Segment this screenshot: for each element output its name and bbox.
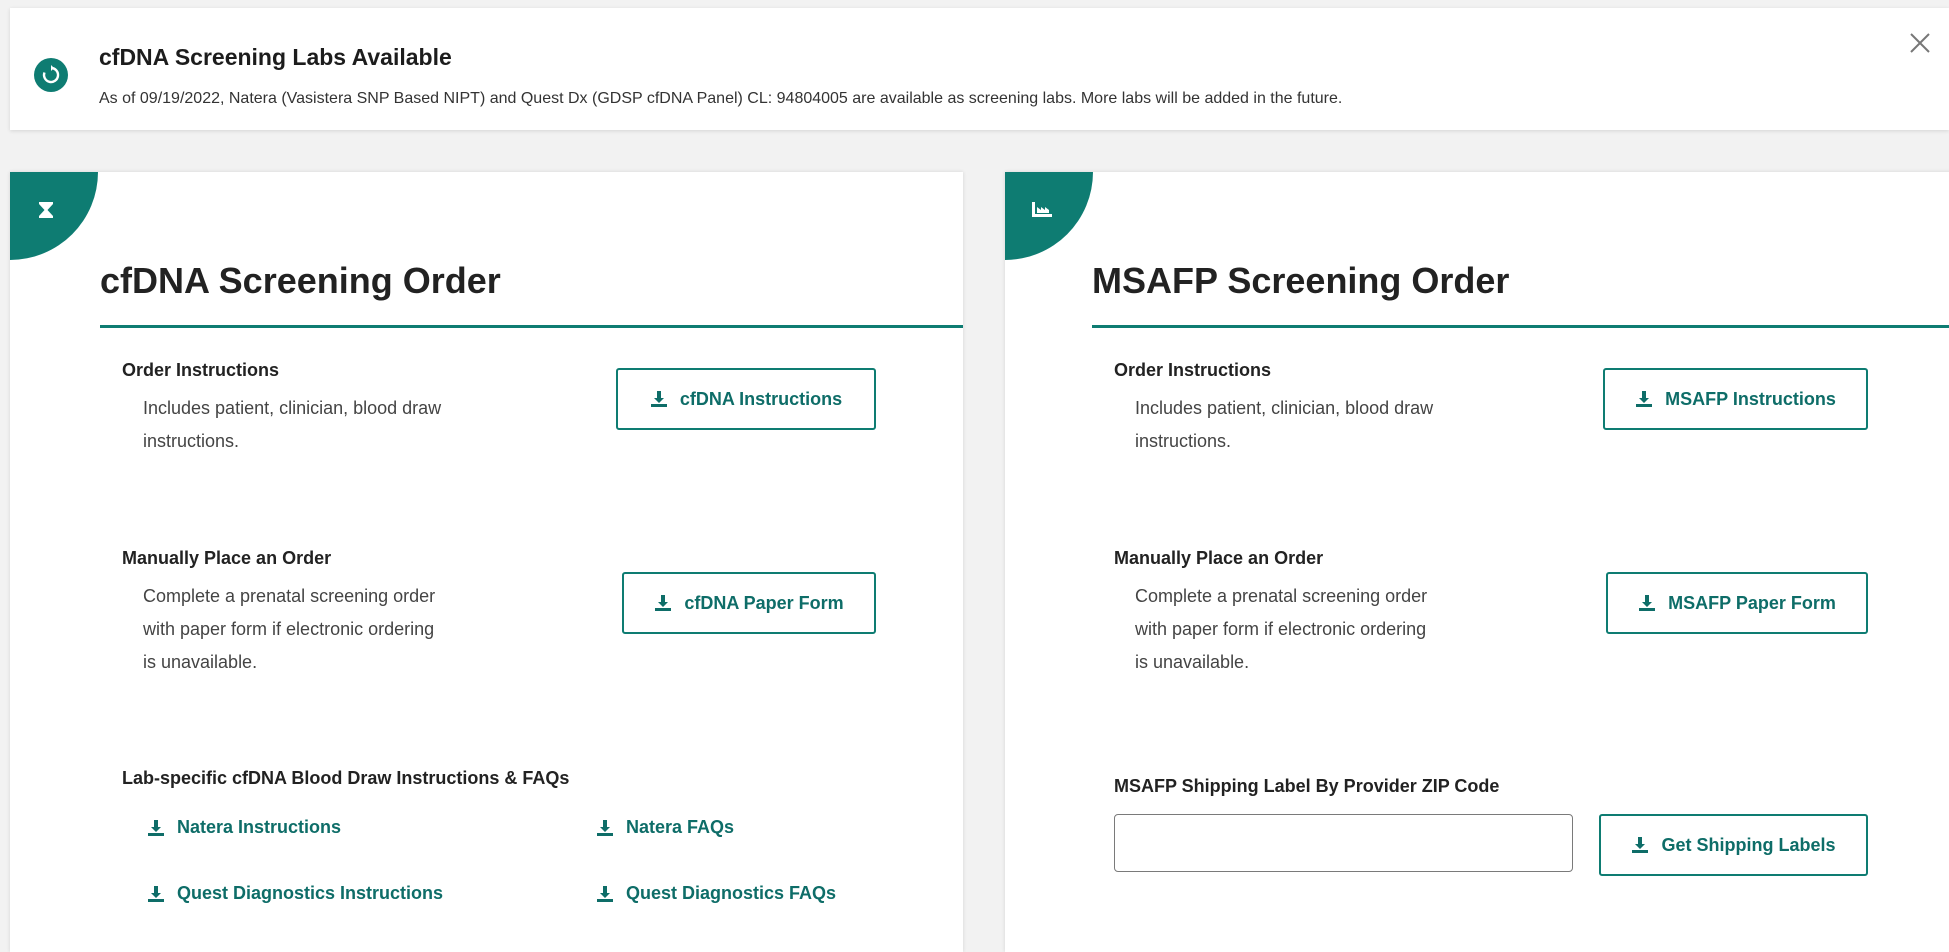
factory-icon [1031,200,1053,223]
desc-line: Includes patient, clinician, blood draw [143,398,442,418]
download-icon [147,819,165,837]
download-icon [147,885,165,903]
link-label: Quest Diagnostics Instructions [177,883,444,903]
link-label: Quest Diagnostics FAQs [626,883,837,903]
order-instructions-heading: Order Instructions [1114,360,1272,380]
cfdna-card: cfDNA Screening Order Order Instructions… [10,172,963,952]
msafp-instructions-button[interactable]: MSAFP Instructions [1603,368,1868,430]
order-instructions-heading: Order Instructions [122,360,280,380]
banner-title: cfDNA Screening Labs Available [99,44,452,70]
manual-order-heading: Manually Place an Order [1114,548,1324,568]
desc-line: Complete a prenatal screening order [1135,586,1428,606]
download-icon [650,390,668,408]
shipping-label-heading: MSAFP Shipping Label By Provider ZIP Cod… [1114,776,1500,796]
title-divider [100,325,963,328]
msafp-card: MSAFP Screening Order Order Instructions… [1005,172,1949,952]
card-title: cfDNA Screening Order [100,260,501,301]
download-icon [596,885,614,903]
desc-line: Includes patient, clinician, blood draw [1135,398,1434,418]
desc-line: instructions. [1135,431,1232,451]
cfdna-instructions-button[interactable]: cfDNA Instructions [616,368,876,430]
desc-line: instructions. [143,431,240,451]
close-icon[interactable] [1905,28,1935,58]
banner-text: As of 09/19/2022, Natera (Vasistera SNP … [99,90,1343,107]
button-label: MSAFP Instructions [1665,388,1836,409]
msafp-paper-form-button[interactable]: MSAFP Paper Form [1606,572,1868,634]
button-label: Get Shipping Labels [1661,834,1836,855]
msafp-card-corner [1005,172,1093,260]
button-label: cfDNA Instructions [679,388,843,409]
order-instructions-description: Includes patient, clinician, blood draw … [1135,392,1433,458]
hourglass-icon [36,200,56,225]
download-icon [596,819,614,837]
get-shipping-labels-button[interactable]: Get Shipping Labels [1599,814,1868,876]
desc-line: Complete a prenatal screening order [143,586,436,606]
desc-line: is unavailable. [143,652,258,672]
title-divider [1092,325,1949,328]
link-label: Natera FAQs [626,817,735,837]
link-label: Natera Instructions [177,817,342,837]
desc-line: with paper form if electronic ordering [143,619,435,639]
natera-instructions-link[interactable]: Natera Instructions [147,817,341,838]
quest-instructions-link[interactable]: Quest Diagnostics Instructions [147,883,443,904]
manual-order-heading: Manually Place an Order [122,548,332,568]
button-label: cfDNA Paper Form [684,592,844,613]
lab-specific-heading: Lab-specific cfDNA Blood Draw Instructio… [122,768,570,788]
desc-line: with paper form if electronic ordering [1135,619,1427,639]
desc-line: is unavailable. [1135,652,1250,672]
order-instructions-description: Includes patient, clinician, blood draw … [143,392,441,458]
download-icon [1635,390,1653,408]
natera-faqs-link[interactable]: Natera FAQs [596,817,734,838]
quest-faqs-link[interactable]: Quest Diagnostics FAQs [596,883,836,904]
announcement-banner: cfDNA Screening Labs Available As of 09/… [10,8,1949,130]
manual-order-description: Complete a prenatal screening order with… [143,580,435,679]
download-icon [1638,594,1656,612]
button-label: MSAFP Paper Form [1668,592,1836,613]
download-icon [1631,836,1649,854]
refresh-icon [34,58,68,92]
download-icon [654,594,672,612]
manual-order-description: Complete a prenatal screening order with… [1135,580,1427,679]
zip-code-input[interactable] [1114,814,1573,872]
card-title: MSAFP Screening Order [1092,260,1510,301]
cfdna-paper-form-button[interactable]: cfDNA Paper Form [622,572,876,634]
cfdna-card-corner [10,172,98,260]
